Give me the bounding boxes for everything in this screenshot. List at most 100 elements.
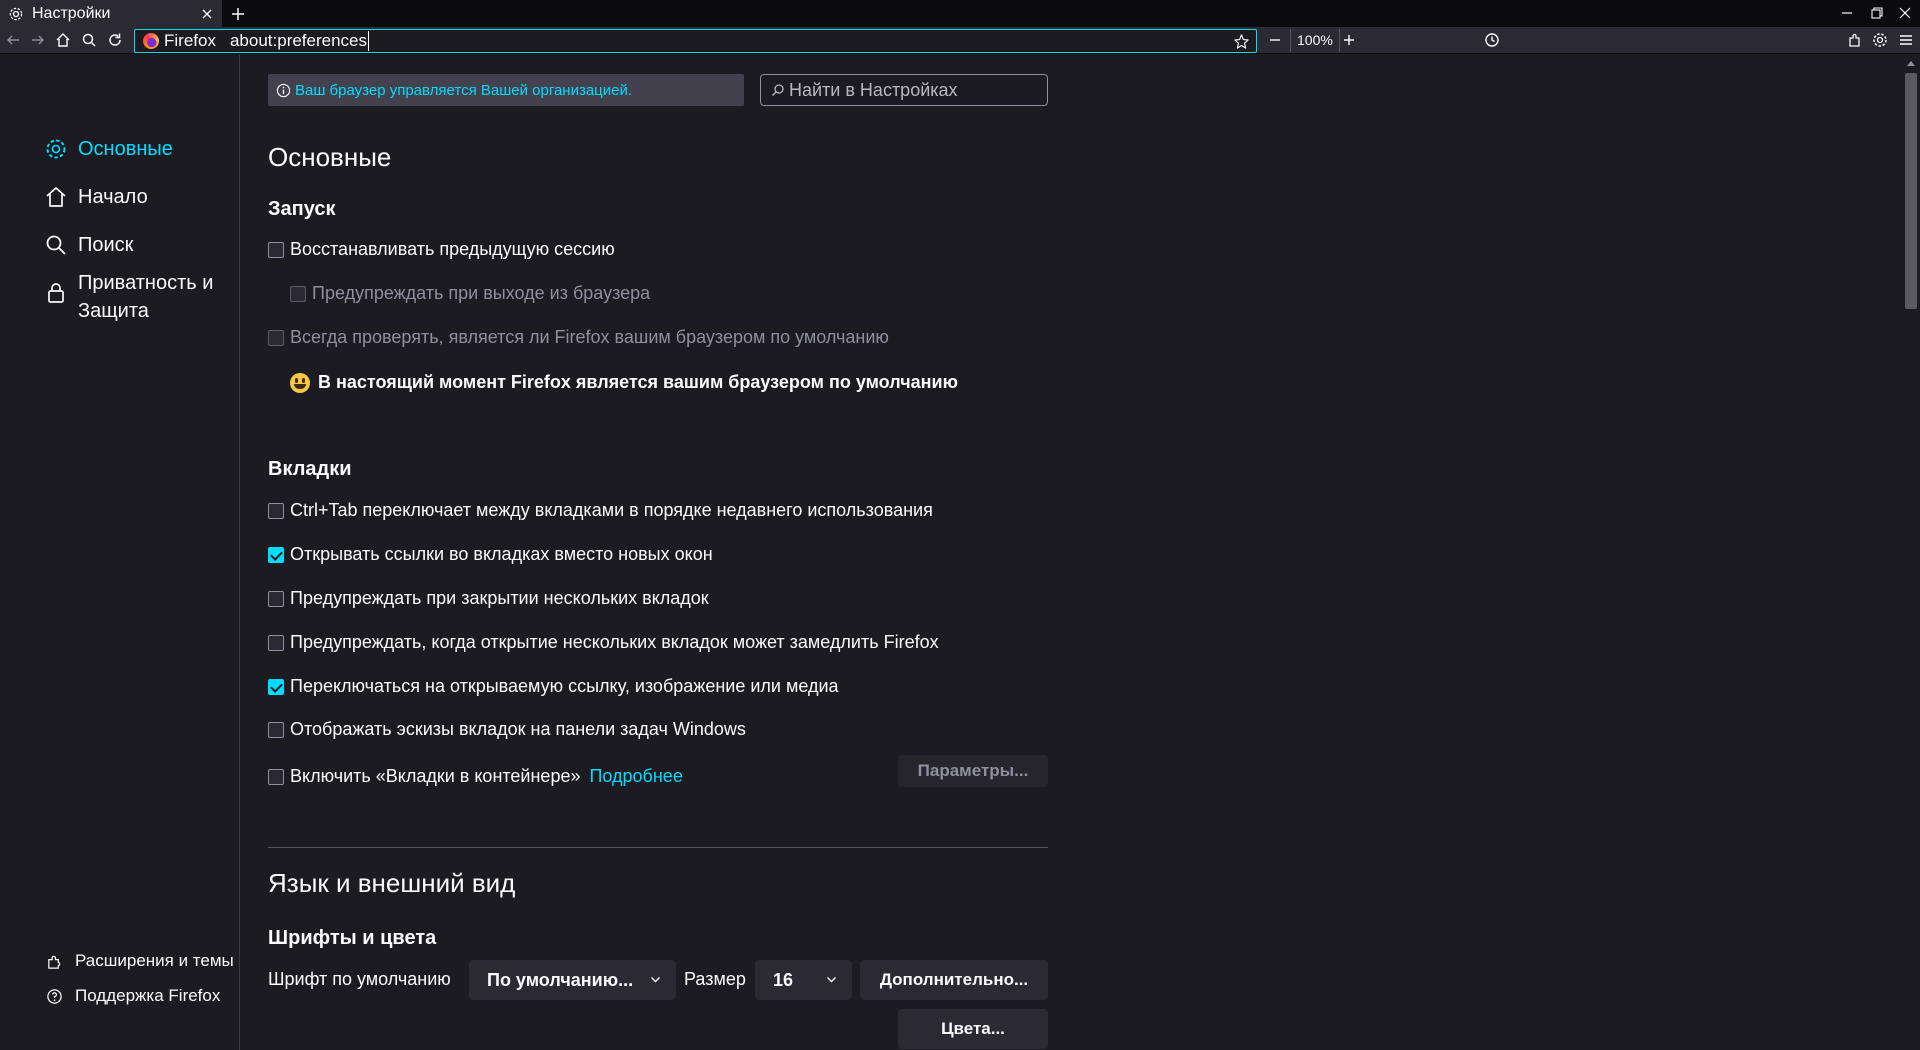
bookmark-star-icon[interactable] (1233, 33, 1250, 50)
extensions-icon[interactable] (1846, 31, 1864, 49)
startup-heading: Запуск (268, 198, 336, 220)
warn-on-quit-option[interactable]: Предупреждать при выходе из браузера (290, 283, 650, 304)
tab-option-checkbox[interactable] (268, 634, 284, 651)
zoom-out-icon[interactable] (1266, 31, 1284, 49)
always-check-default-label: Всегда проверять, является ли Firefox ва… (290, 327, 889, 347)
default-browser-text: В настоящий момент Firefox является ваши… (318, 372, 958, 392)
firefox-logo-icon (143, 33, 159, 49)
support-link[interactable]: Поддержка Firefox (46, 986, 220, 1006)
restore-icon[interactable] (1868, 4, 1886, 22)
scroll-up-arrow-icon[interactable] (1906, 59, 1916, 67)
tab-option-warn-close[interactable]: Предупреждать при закрытии нескольких вк… (268, 588, 709, 609)
category-home-label: Начало (78, 186, 148, 208)
category-home[interactable]: Начало (44, 183, 234, 211)
search-icon[interactable] (80, 31, 98, 49)
tab-option-label: Открывать ссылки во вкладках вместо новы… (290, 544, 713, 564)
warn-on-quit-label: Предупреждать при выходе из браузера (312, 283, 651, 303)
identity-box[interactable]: Firefox (135, 31, 216, 51)
containers-checkbox[interactable] (268, 768, 284, 785)
gear-icon (9, 7, 23, 20)
addons-link[interactable]: Расширения и темы (46, 951, 234, 971)
default-font-value: По умолчанию... (487, 969, 634, 990)
extension-icon (48, 955, 61, 969)
minimize-icon[interactable] (1838, 4, 1856, 22)
history-clock-icon[interactable] (1483, 31, 1501, 49)
tab-option-checkbox[interactable] (268, 546, 284, 563)
tab-option-switch-to-media[interactable]: Переключаться на открываемую ссылку, изо… (268, 676, 839, 697)
restore-session-checkbox[interactable] (268, 241, 284, 258)
lock-icon (48, 283, 64, 303)
tab-option-label: Предупреждать при закрытии нескольких вк… (290, 588, 709, 608)
scrollbar-thumb[interactable] (1905, 73, 1917, 309)
tab-option-checkbox[interactable] (268, 590, 284, 607)
containers-settings-button[interactable]: Параметры... (898, 755, 1048, 787)
addons-label: Расширения и темы (75, 951, 234, 970)
tab-title: Настройки (32, 4, 111, 22)
category-privacy-label: Приватность и Защита (78, 272, 214, 322)
category-general-label: Основные (78, 138, 173, 160)
chevron-down-icon (827, 977, 836, 983)
advanced-fonts-button[interactable]: Дополнительно... (860, 960, 1048, 1000)
url-bar[interactable]: Firefox about:preferences (134, 29, 1257, 53)
sidebar: Основные Начало Поиск Приватность и Защи… (0, 55, 240, 1050)
zoom-level[interactable]: 100% (1290, 29, 1340, 52)
zoom-in-icon[interactable] (1340, 31, 1358, 49)
tabs-heading: Вкладки (268, 458, 352, 480)
tab-option-checkbox[interactable] (268, 721, 284, 738)
tab-option-label: Ctrl+Tab переключает между вкладками в п… (290, 500, 933, 520)
tab-strip: Настройки (0, 0, 1920, 27)
tab-option-open-links[interactable]: Открывать ссылки во вкладках вместо новы… (268, 544, 713, 565)
search-input[interactable]: Найти в Настройках (760, 74, 1048, 106)
category-search[interactable]: Поиск (44, 231, 234, 259)
default-font-label: Шрифт по умолчанию (268, 969, 451, 989)
category-search-label: Поиск (78, 234, 134, 256)
always-check-default-checkbox[interactable] (268, 329, 284, 346)
help-icon (47, 988, 62, 1004)
default-browser-message: В настоящий момент Firefox является ваши… (290, 372, 958, 393)
close-window-icon[interactable] (1896, 4, 1914, 22)
search-icon (46, 235, 66, 255)
new-tab-icon[interactable] (228, 4, 248, 24)
language-heading: Язык и внешний вид (268, 868, 516, 898)
tab-option-label: Отображать эскизы вкладок на панели зада… (290, 719, 746, 739)
smiley-icon (290, 372, 310, 393)
search-placeholder: Найти в Настройках (789, 79, 958, 100)
font-size-select[interactable]: 16 (755, 960, 852, 1000)
settings-gear-icon[interactable] (1871, 31, 1889, 49)
restore-session-option[interactable]: Восстанавливать предыдущую сессию (268, 239, 615, 260)
always-check-default-option[interactable]: Всегда проверять, является ли Firefox ва… (268, 327, 889, 348)
colors-button[interactable]: Цвета... (898, 1009, 1048, 1049)
identity-label: Firefox (164, 31, 216, 50)
chevron-down-icon (651, 977, 660, 983)
containers-option[interactable]: Включить «Вкладки в контейнере» Подробне… (268, 766, 683, 787)
forward-icon[interactable] (29, 31, 47, 49)
back-icon[interactable] (4, 31, 22, 49)
info-icon (276, 83, 291, 97)
learn-more-link[interactable]: Подробнее (589, 766, 682, 787)
tab-option-label: Предупреждать, когда открытие нескольких… (290, 632, 939, 652)
fonts-heading: Шрифты и цвета (268, 927, 437, 949)
tab-option-ctrl-tab[interactable]: Ctrl+Tab переключает между вкладками в п… (268, 500, 933, 521)
containers-label: Включить «Вкладки в контейнере» (290, 766, 581, 786)
support-label: Поддержка Firefox (75, 986, 221, 1005)
category-general[interactable]: Основные (44, 135, 234, 163)
tab-option-warn-slow[interactable]: Предупреждать, когда открытие нескольких… (268, 632, 939, 653)
home-button-icon[interactable] (54, 31, 72, 49)
page-title: Основные (268, 142, 392, 172)
font-size-label: Размер (684, 969, 746, 989)
category-privacy[interactable]: Приватность и Защита (44, 269, 234, 325)
scrollbar[interactable] (1902, 55, 1920, 1050)
policy-notice[interactable]: Ваш браузер управляется Вашей организаци… (268, 74, 744, 106)
tab-option-taskbar-previews[interactable]: Отображать эскизы вкладок на панели зада… (268, 719, 746, 740)
url-text[interactable]: about:preferences (230, 31, 370, 51)
close-icon[interactable] (200, 7, 214, 21)
reload-icon[interactable] (106, 31, 124, 49)
tab-settings[interactable]: Настройки (0, 0, 222, 27)
search-icon (772, 84, 784, 96)
menu-hamburger-icon[interactable] (1897, 31, 1915, 49)
warn-on-quit-checkbox[interactable] (290, 285, 306, 302)
policy-notice-text: Ваш браузер управляется Вашей организаци… (295, 81, 633, 99)
default-font-select[interactable]: По умолчанию... (469, 960, 676, 1000)
tab-option-checkbox[interactable] (268, 502, 284, 519)
tab-option-checkbox[interactable] (268, 678, 284, 695)
